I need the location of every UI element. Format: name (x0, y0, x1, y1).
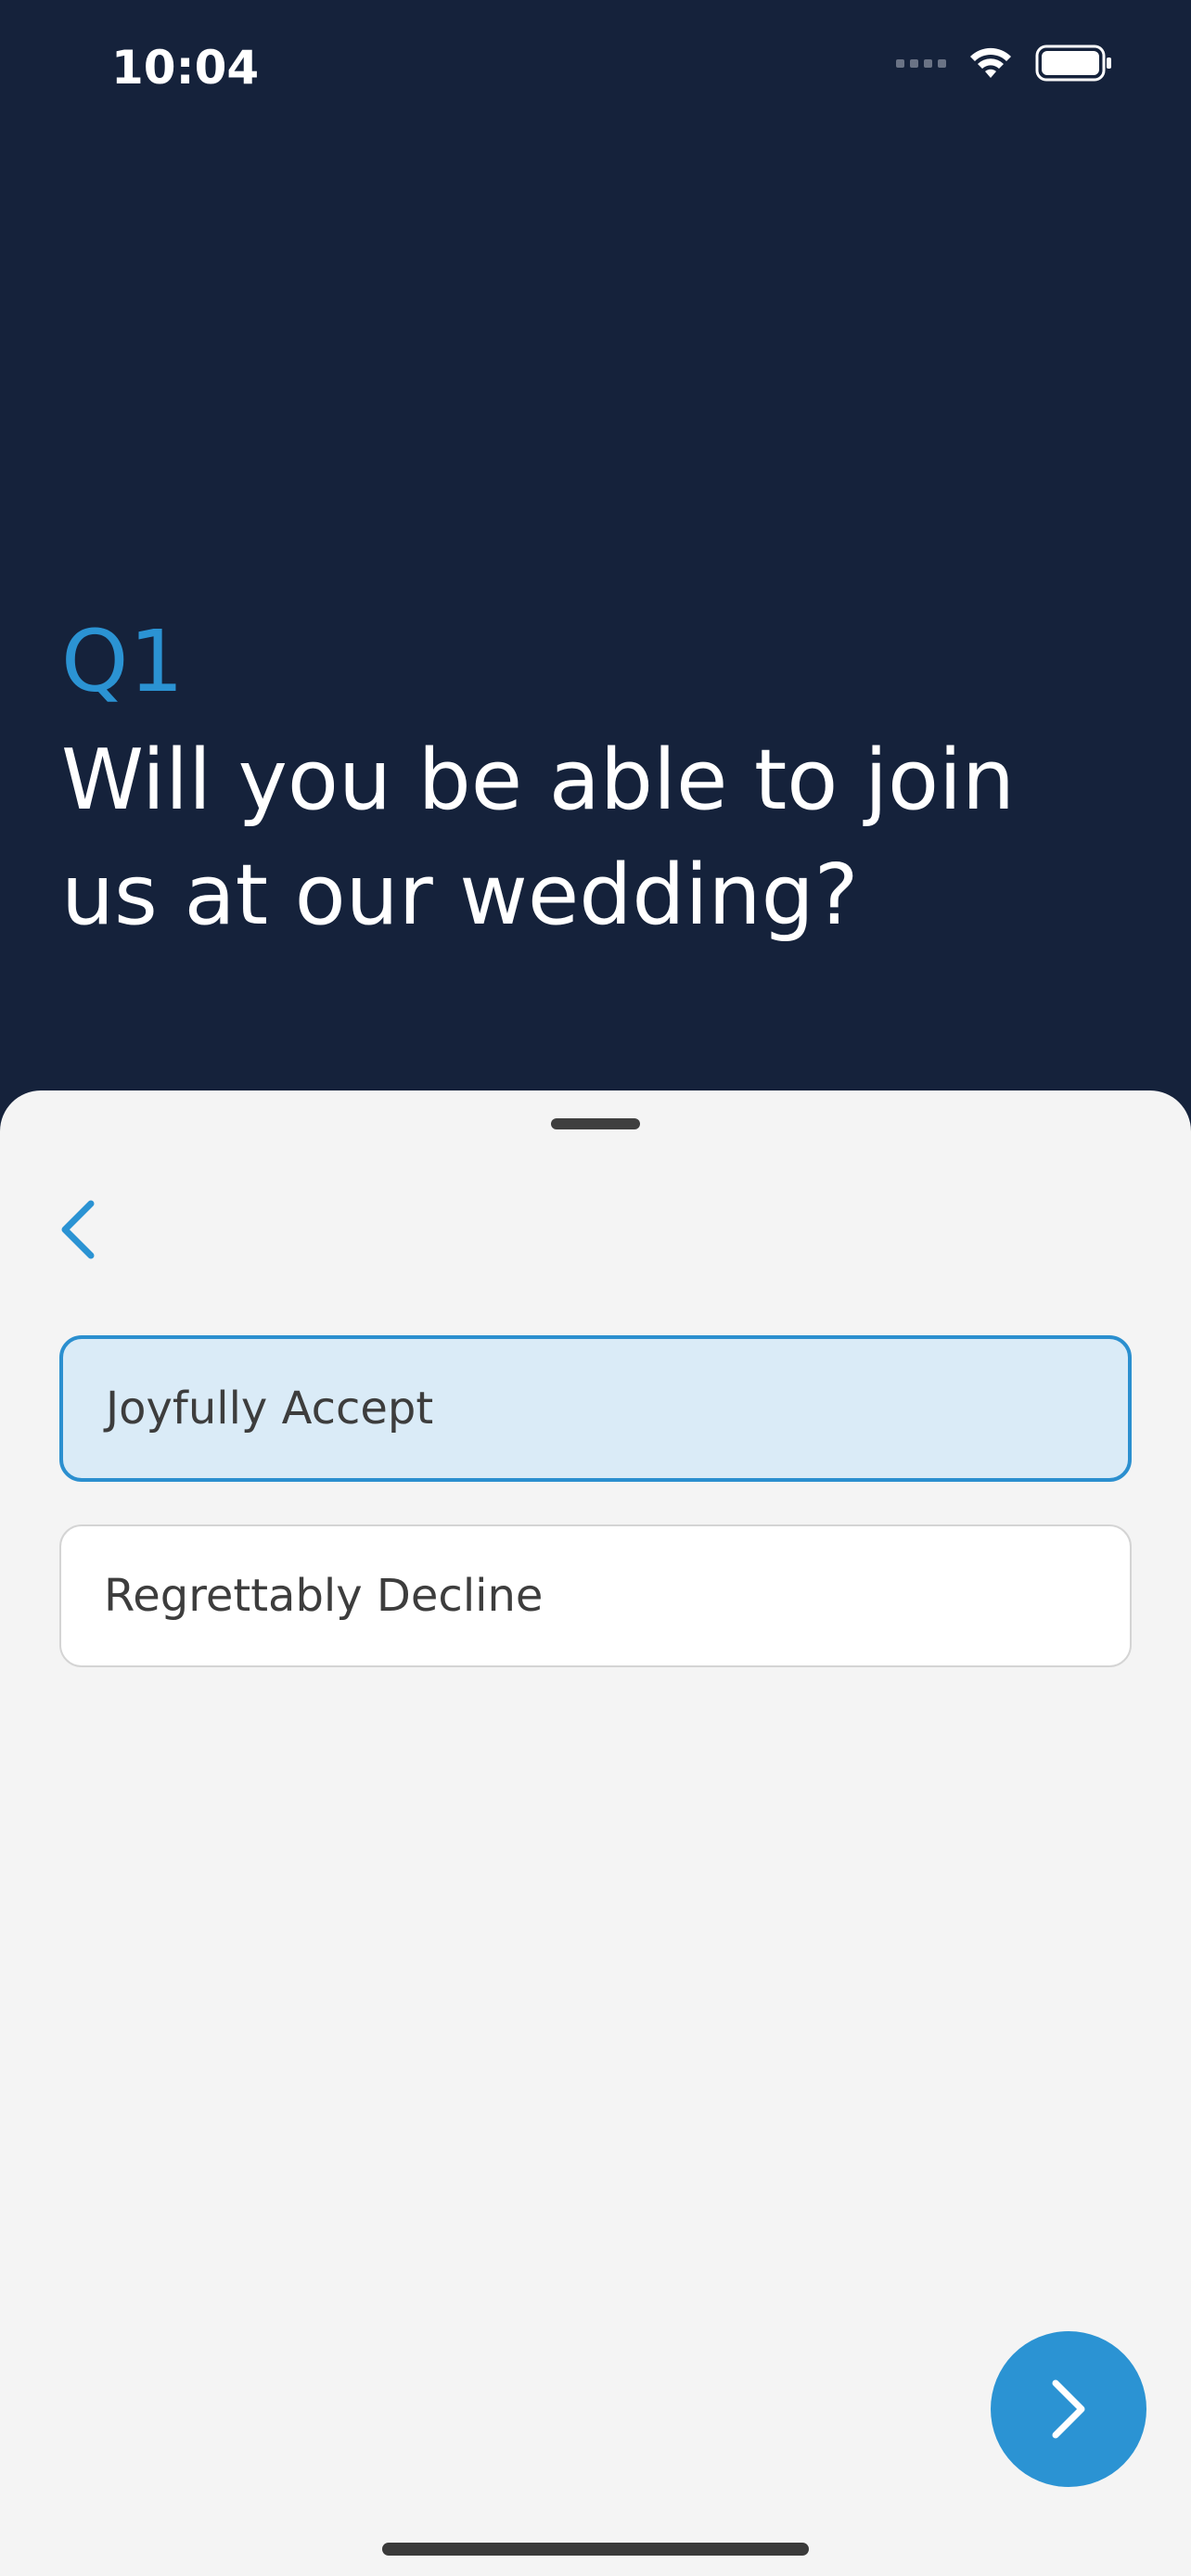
battery-icon (1035, 45, 1111, 82)
home-indicator (382, 2543, 809, 2556)
wifi-icon (970, 47, 1011, 78)
rsvp-screen: 10:04 Q1 Will you be able to join us at … (0, 0, 1191, 2576)
option-regrettably-decline[interactable]: Regrettably Decline (59, 1524, 1132, 1667)
option-label: Joyfully Accept (106, 1383, 434, 1435)
sheet-grabber[interactable] (551, 1118, 640, 1129)
back-button[interactable] (41, 1183, 115, 1276)
cellular-signal-icon (896, 58, 946, 68)
question-text: Will you be able to join us at our weddi… (61, 732, 1016, 944)
status-icons (896, 45, 1113, 82)
answer-sheet: Joyfully Accept Regrettably Decline (0, 1090, 1191, 2576)
chevron-left-icon (61, 1200, 95, 1259)
chevron-right-icon (1052, 2379, 1085, 2439)
option-joyfully-accept[interactable]: Joyfully Accept (59, 1335, 1132, 1482)
next-button[interactable] (991, 2331, 1146, 2487)
option-label: Regrettably Decline (104, 1570, 544, 1622)
question-number: Q1 (61, 612, 185, 711)
status-time: 10:04 (111, 41, 260, 95)
